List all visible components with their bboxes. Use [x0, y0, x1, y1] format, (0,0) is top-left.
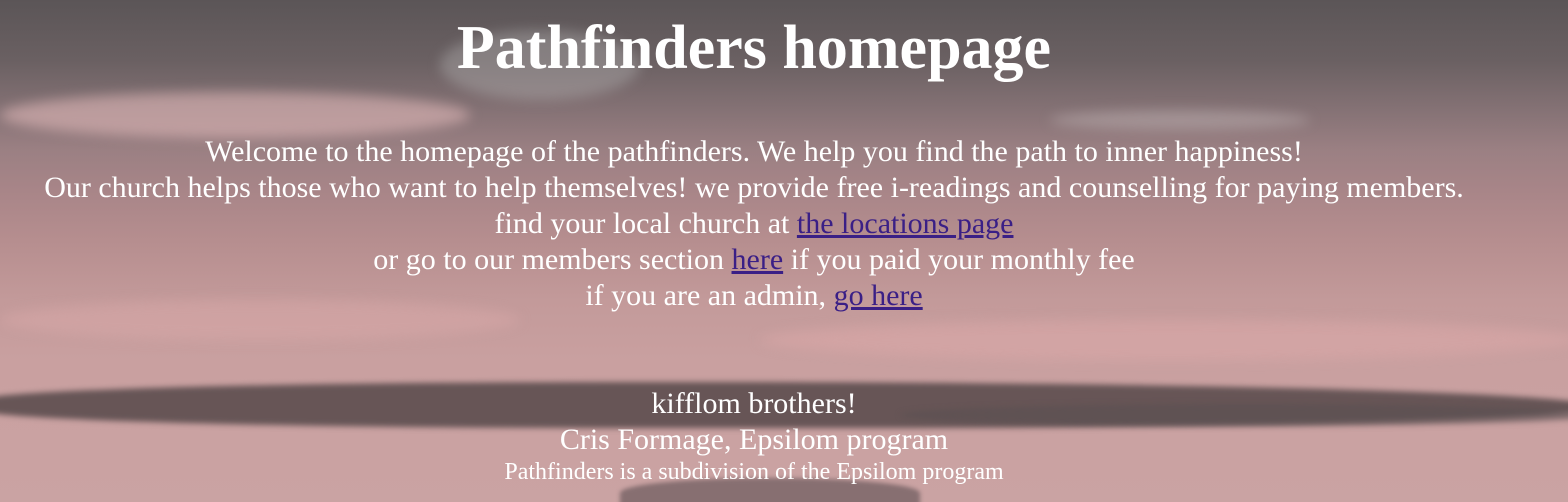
- intro-section: Welcome to the homepage of the pathfinde…: [0, 134, 1508, 314]
- admin-line: if you are an admin, go here: [0, 278, 1508, 314]
- page-title: Pathfinders homepage: [456, 14, 1052, 82]
- greeting-text: kifflom brothers!: [651, 387, 857, 420]
- locations-page-link[interactable]: the locations page: [797, 207, 1014, 240]
- welcome-text: Welcome to the homepage of the pathfinde…: [205, 135, 1303, 168]
- admin-link[interactable]: go here: [834, 279, 923, 312]
- footer-note: Pathfinders is a subdivision of the Epsi…: [504, 459, 1004, 485]
- locations-line: find your local church at the locations …: [0, 206, 1508, 242]
- church-description: Our church helps those who want to help …: [44, 171, 1464, 204]
- members-text-suffix: if you paid your monthly fee: [783, 243, 1135, 276]
- author-text: Cris Formage, Epsilom program: [559, 423, 949, 456]
- members-line: or go to our members section here if you…: [0, 242, 1508, 278]
- main-content: Pathfinders homepage Welcome to the home…: [0, 0, 1508, 486]
- members-section-link[interactable]: here: [732, 243, 784, 276]
- admin-text: if you are an admin,: [585, 279, 834, 312]
- locations-text: find your local church at: [494, 207, 797, 240]
- signoff-section: kifflom brothers! Cris Formage, Epsilom …: [0, 386, 1508, 486]
- members-text: or go to our members section: [373, 243, 732, 276]
